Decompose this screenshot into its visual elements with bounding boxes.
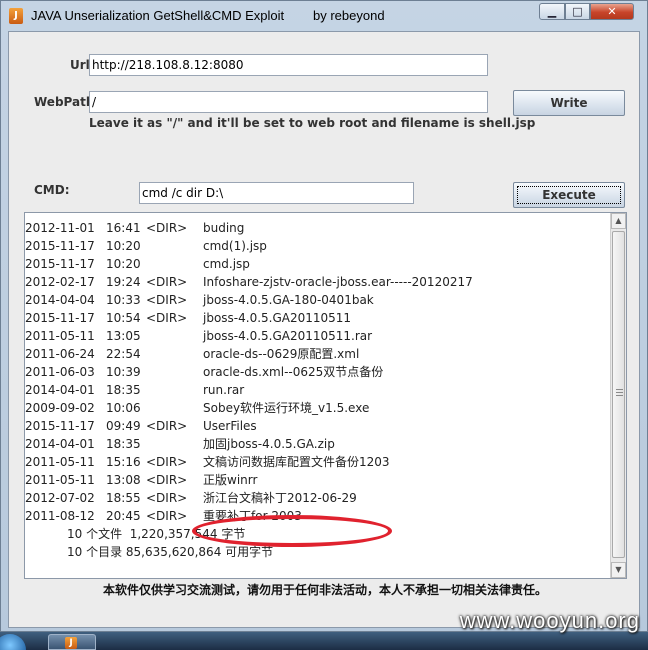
output-name: 浙江台文稿补丁2012-06-29 <box>203 491 357 505</box>
output-time: 10:54 <box>106 311 141 325</box>
output-date: 2015-11-17 <box>25 311 95 325</box>
output-date: 2015-11-17 <box>25 257 95 271</box>
output-time: 10:20 <box>106 257 141 271</box>
output-time: 22:54 <box>106 347 141 361</box>
output-type: <DIR> <box>146 419 188 433</box>
output-name: 文稿访问数据库配置文件备份1203 <box>203 455 390 469</box>
taskbar-java-app[interactable]: J <box>48 634 96 650</box>
output-time: 18:55 <box>106 491 141 505</box>
output-time: 19:24 <box>106 275 141 289</box>
java-icon: J <box>65 637 77 649</box>
output-date: 2014-04-01 <box>25 437 95 451</box>
output-name: UserFiles <box>203 419 257 433</box>
output-date: 2011-06-24 <box>25 347 95 361</box>
output-name: buding <box>203 221 245 235</box>
output-date: 2012-07-02 <box>25 491 95 505</box>
grip-line <box>616 392 623 393</box>
output-date: 2015-11-17 <box>25 239 95 253</box>
output-type: <DIR> <box>146 275 188 289</box>
output-time: 16:41 <box>106 221 141 235</box>
output-type: <DIR> <box>146 311 188 325</box>
output-date: 2011-05-11 <box>25 329 95 343</box>
output-date: 2012-02-17 <box>25 275 95 289</box>
output-date: 2012-11-01 <box>25 221 95 235</box>
output-name: 加固jboss-4.0.5.GA.zip <box>203 437 335 451</box>
output-date: 2011-05-11 <box>25 473 95 487</box>
output-date: 2014-04-01 <box>25 383 95 397</box>
output-name: jboss-4.0.5.GA-180-0401bak <box>203 293 374 307</box>
cmd-label: CMD: <box>34 183 70 197</box>
watermark: www.wooyun.org <box>459 608 640 633</box>
output-time: 10:33 <box>106 293 141 307</box>
output-summary-line: 10 个目录 85,635,620,864 可用字节 <box>67 545 274 559</box>
execute-button[interactable]: Execute <box>513 182 625 208</box>
output-time: 13:05 <box>106 329 141 343</box>
webpath-hint: Leave it as "/" and it'll be set to web … <box>89 116 536 130</box>
grip-line <box>616 389 623 390</box>
output-name: cmd(1).jsp <box>203 239 267 253</box>
output-name: jboss-4.0.5.GA20110511.rar <box>203 329 373 343</box>
title-bar[interactable]: J JAVA Unserialization GetShell&CMD Expl… <box>1 1 647 31</box>
output-name: jboss-4.0.5.GA20110511 <box>203 311 352 325</box>
output-time: 20:45 <box>106 509 141 523</box>
client-area: Url: http://218.108.8.12:8080 WebPath: /… <box>8 31 640 628</box>
output-date: 2009-09-02 <box>25 401 95 415</box>
output-type: <DIR> <box>146 491 188 505</box>
output-type: <DIR> <box>146 473 188 487</box>
scroll-up-icon[interactable]: ▲ <box>611 213 626 229</box>
cmd-input[interactable]: cmd /c dir D:\ <box>139 182 414 204</box>
output-time: 09:49 <box>106 419 141 433</box>
url-input[interactable]: http://218.108.8.12:8080 <box>89 54 488 76</box>
output-time: 10:39 <box>106 365 141 379</box>
output-type: <DIR> <box>146 455 188 469</box>
output-date: 2011-06-03 <box>25 365 95 379</box>
taskbar: J <box>0 632 648 650</box>
maximize-button[interactable]: □ <box>565 3 590 20</box>
minimize-button[interactable]: ▁ <box>539 3 565 20</box>
output-type: <DIR> <box>146 293 188 307</box>
output-name: Infoshare-zjstv-oracle-jboss.ear-----201… <box>203 275 473 289</box>
output-date: 2015-11-17 <box>25 419 95 433</box>
output-date: 2011-08-12 <box>25 509 95 523</box>
output-name: 正版winrr <box>203 473 258 487</box>
red-highlight-ellipse <box>192 515 392 547</box>
vertical-scrollbar[interactable]: ▲ ▼ <box>610 213 626 578</box>
output-date: 2014-04-04 <box>25 293 95 307</box>
java-icon: J <box>9 8 23 24</box>
output-time: 10:06 <box>106 401 141 415</box>
close-button[interactable]: ✕ <box>590 3 634 20</box>
start-orb-icon[interactable] <box>0 634 26 650</box>
write-button[interactable]: Write <box>513 90 625 116</box>
output-time: 18:35 <box>106 383 141 397</box>
output-time: 13:08 <box>106 473 141 487</box>
app-window: J JAVA Unserialization GetShell&CMD Expl… <box>0 0 648 632</box>
output-name: Sobey软件运行环境_v1.5.exe <box>203 401 370 415</box>
output-name: oracle-ds.xml--0625双节点备份 <box>203 365 384 379</box>
disclaimer-text: 本软件仅供学习交流测试，请勿用于任何非法活动，本人不承担一切相关法律责任。 <box>102 583 547 597</box>
output-name: oracle-ds--0629原配置.xml <box>203 347 360 361</box>
output-date: 2011-05-11 <box>25 455 95 469</box>
output-type: <DIR> <box>146 509 188 523</box>
output-type: <DIR> <box>146 221 188 235</box>
scroll-down-icon[interactable]: ▼ <box>611 562 626 578</box>
output-name: run.rar <box>203 383 245 397</box>
output-name: cmd.jsp <box>203 257 250 271</box>
scroll-thumb[interactable] <box>612 231 625 558</box>
output-time: 10:20 <box>106 239 141 253</box>
webpath-input[interactable]: / <box>89 91 488 113</box>
output-time: 15:16 <box>106 455 141 469</box>
output-time: 18:35 <box>106 437 141 451</box>
grip-line <box>616 395 623 396</box>
window-title: JAVA Unserialization GetShell&CMD Exploi… <box>31 8 385 23</box>
